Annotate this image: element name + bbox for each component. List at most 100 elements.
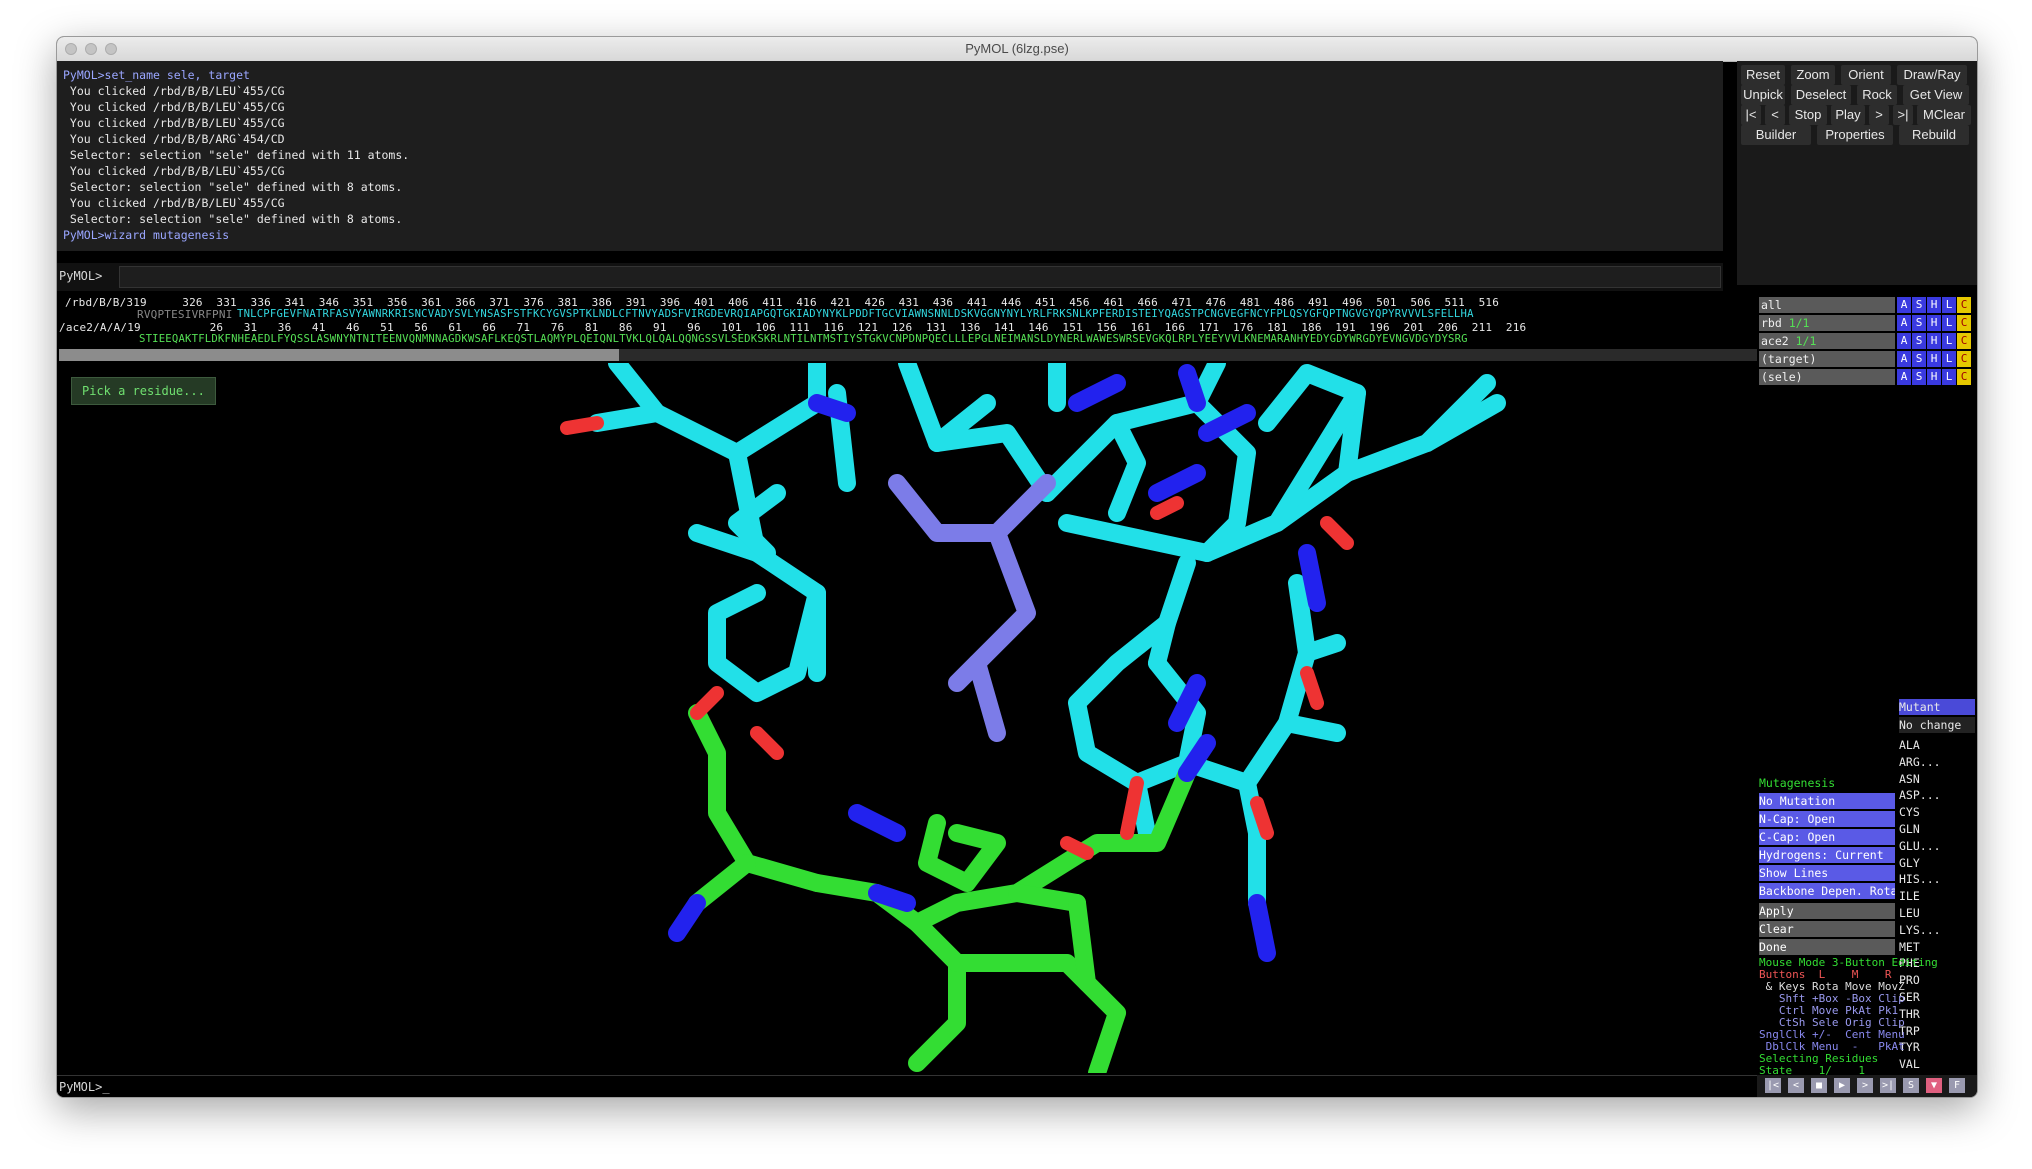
object-button-h[interactable]: H: [1927, 315, 1941, 331]
object-button-a[interactable]: A: [1897, 315, 1911, 331]
panel-button-deselect[interactable]: Deselect: [1791, 85, 1851, 105]
panel-button-rebuild[interactable]: Rebuild: [1899, 125, 1969, 145]
wizard-clear-button[interactable]: Clear: [1759, 921, 1895, 937]
object-button-l[interactable]: L: [1942, 351, 1956, 367]
object-button-c[interactable]: C: [1957, 333, 1971, 349]
mutant-option[interactable]: SER: [1899, 989, 1975, 1005]
mutant-option[interactable]: ASP...: [1899, 787, 1975, 803]
object-button-c[interactable]: C: [1957, 351, 1971, 367]
panel-button-builder[interactable]: Builder: [1741, 125, 1811, 145]
object-button-a[interactable]: A: [1897, 351, 1911, 367]
playback-control[interactable]: ▼: [1926, 1078, 1942, 1093]
object-button-h[interactable]: H: [1927, 351, 1941, 367]
object-button-c[interactable]: C: [1957, 297, 1971, 313]
panel-button-rock[interactable]: Rock: [1857, 85, 1897, 105]
panel-button--[interactable]: >: [1869, 105, 1889, 125]
sequence-viewer[interactable]: /rbd/B/B/319 326 331 336 341 346 351 356…: [57, 293, 1757, 349]
panel-button-properties[interactable]: Properties: [1817, 125, 1893, 145]
rbd-sequence[interactable]: TNLCPFGEVFNATRFASVYAWNRKRISNCVADYSVLYNSA…: [237, 308, 1474, 321]
rbd-sequence-unmodeled[interactable]: RVQPTESIVRFPNI: [137, 308, 233, 321]
mutant-option[interactable]: VAL: [1899, 1056, 1975, 1072]
mutant-option[interactable]: TYR: [1899, 1039, 1975, 1055]
object-button-c[interactable]: C: [1957, 315, 1971, 331]
object-button-c[interactable]: C: [1957, 369, 1971, 385]
object-button-a[interactable]: A: [1897, 369, 1911, 385]
playback-control[interactable]: >|: [1880, 1078, 1896, 1093]
wizard-option[interactable]: Show Lines: [1759, 865, 1895, 881]
sequence-scrollbar[interactable]: [59, 349, 1757, 361]
object-button-l[interactable]: L: [1942, 297, 1956, 313]
playback-control[interactable]: <: [1788, 1078, 1804, 1093]
mutant-option[interactable]: MET: [1899, 939, 1975, 955]
object-button-s[interactable]: S: [1912, 351, 1926, 367]
wizard-option[interactable]: Backbone Depen. Rotamers: [1759, 883, 1895, 899]
wizard-option[interactable]: N-Cap: Open: [1759, 811, 1895, 827]
panel-button-zoom[interactable]: Zoom: [1791, 65, 1835, 85]
object-button-l[interactable]: L: [1942, 333, 1956, 349]
molecule-render[interactable]: [57, 363, 1757, 1073]
object-row[interactable]: (target) A S H L C: [1759, 351, 1971, 367]
mutant-option[interactable]: GLY: [1899, 855, 1975, 871]
panel-button--[interactable]: >|: [1893, 105, 1913, 125]
mutant-option[interactable]: ILE: [1899, 888, 1975, 904]
object-button-s[interactable]: S: [1912, 297, 1926, 313]
object-row[interactable]: (sele) A S H L C: [1759, 369, 1971, 385]
object-button-l[interactable]: L: [1942, 369, 1956, 385]
wizard-option[interactable]: C-Cap: Open: [1759, 829, 1895, 845]
panel-button--[interactable]: <: [1765, 105, 1785, 125]
playback-control[interactable]: >: [1857, 1078, 1873, 1093]
wizard-option[interactable]: No Mutation: [1759, 793, 1895, 809]
playback-control[interactable]: |<: [1765, 1078, 1781, 1093]
wizard-done-button[interactable]: Done: [1759, 939, 1895, 955]
playback-control[interactable]: ■: [1811, 1078, 1827, 1093]
panel-button-reset[interactable]: Reset: [1741, 65, 1785, 85]
ace2-sequence[interactable]: STIEEQAKTFLDKFNHEAEDLFYQSSLASWNYNTNITEEN…: [139, 333, 1468, 346]
object-name[interactable]: ace2 1/1: [1759, 333, 1895, 349]
sequence-scroll-thumb[interactable]: [59, 349, 619, 361]
object-button-a[interactable]: A: [1897, 297, 1911, 313]
panel-button-get-view[interactable]: Get View: [1903, 85, 1969, 105]
mutant-option[interactable]: GLN: [1899, 821, 1975, 837]
object-button-a[interactable]: A: [1897, 333, 1911, 349]
object-row[interactable]: ace2 1/1 A S H L C: [1759, 333, 1971, 349]
panel-button-stop[interactable]: Stop: [1789, 105, 1827, 125]
playback-control[interactable]: S: [1903, 1078, 1919, 1093]
mutant-option[interactable]: GLU...: [1899, 838, 1975, 854]
mutant-option[interactable]: LEU: [1899, 905, 1975, 921]
object-row[interactable]: rbd 1/1 A S H L C: [1759, 315, 1971, 331]
command-input[interactable]: [119, 266, 1721, 288]
playback-control[interactable]: ▶: [1834, 1078, 1850, 1093]
object-row[interactable]: all A S H L C: [1759, 297, 1971, 313]
panel-button-unpick[interactable]: Unpick: [1741, 85, 1785, 105]
object-button-s[interactable]: S: [1912, 369, 1926, 385]
object-name[interactable]: all: [1759, 297, 1895, 313]
wizard-option[interactable]: Hydrogens: Current: [1759, 847, 1895, 863]
wizard-apply-button[interactable]: Apply: [1759, 903, 1895, 919]
object-button-s[interactable]: S: [1912, 333, 1926, 349]
mutant-option[interactable]: TRP: [1899, 1023, 1975, 1039]
mutant-option[interactable]: ASN: [1899, 771, 1975, 787]
object-button-h[interactable]: H: [1927, 369, 1941, 385]
status-prompt[interactable]: PyMOL>_: [59, 1080, 110, 1094]
mutant-option[interactable]: CYS: [1899, 804, 1975, 820]
object-button-l[interactable]: L: [1942, 315, 1956, 331]
object-name[interactable]: (sele): [1759, 369, 1895, 385]
mutant-option[interactable]: THR: [1899, 1006, 1975, 1022]
panel-button-mclear[interactable]: MClear: [1917, 105, 1971, 125]
object-name[interactable]: rbd 1/1: [1759, 315, 1895, 331]
panel-button-draw-ray[interactable]: Draw/Ray: [1897, 65, 1967, 85]
mutant-option[interactable]: LYS...: [1899, 922, 1975, 938]
panel-button--[interactable]: |<: [1741, 105, 1761, 125]
object-button-h[interactable]: H: [1927, 333, 1941, 349]
mutant-option[interactable]: ALA: [1899, 737, 1975, 753]
panel-button-play[interactable]: Play: [1831, 105, 1865, 125]
object-name[interactable]: (target): [1759, 351, 1895, 367]
mutant-option[interactable]: ARG...: [1899, 754, 1975, 770]
object-button-h[interactable]: H: [1927, 297, 1941, 313]
molecular-viewport[interactable]: Pick a residue...: [57, 363, 1757, 1073]
mutant-option[interactable]: HIS...: [1899, 871, 1975, 887]
panel-button-orient[interactable]: Orient: [1841, 65, 1891, 85]
mutant-option[interactable]: No change: [1899, 717, 1975, 733]
playback-control[interactable]: F: [1949, 1078, 1965, 1093]
mutant-option[interactable]: PRO: [1899, 972, 1975, 988]
